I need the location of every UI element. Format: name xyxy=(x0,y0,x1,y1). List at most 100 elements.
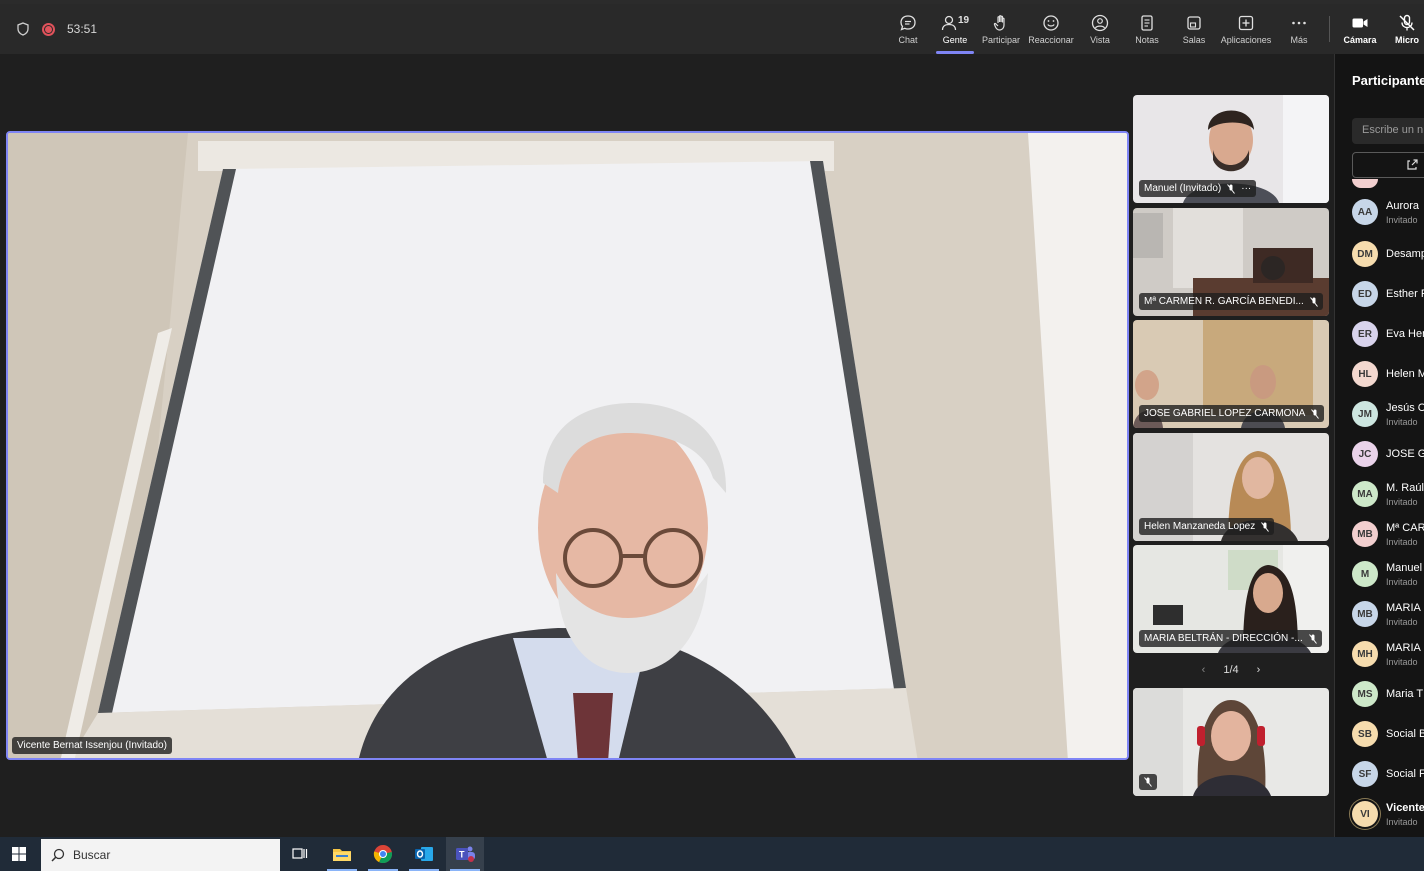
camera-label: Cámara xyxy=(1343,35,1377,45)
avatar: MA xyxy=(1352,481,1378,507)
participant-row[interactable]: M Manuel Invitado xyxy=(1352,560,1424,590)
avatar: ER xyxy=(1352,321,1378,347)
avatar: SF xyxy=(1352,761,1378,787)
participant-row[interactable]: HL Helen M xyxy=(1352,360,1424,390)
tile-name: MARIA BELTRÁN - DIRECCIÓN -... xyxy=(1139,630,1322,647)
participant-row[interactable]: MH MARIA Invitado xyxy=(1352,640,1424,670)
tile-name-label: Manuel (Invitado) xyxy=(1144,183,1222,194)
more-button[interactable]: Más xyxy=(1289,4,1309,54)
participant-row[interactable]: ED Esther F xyxy=(1352,280,1424,310)
chat-label: Chat xyxy=(898,35,918,45)
raise-hand-icon xyxy=(993,15,1005,31)
avatar: MH xyxy=(1352,641,1378,667)
taskbar-search-label: Buscar xyxy=(73,848,111,862)
participant-row[interactable]: MA M. Raúl Invitado xyxy=(1352,480,1424,510)
people-count-badge: 19 xyxy=(958,15,970,26)
participant-role: Invitado xyxy=(1386,617,1418,627)
svg-text:T: T xyxy=(459,850,465,860)
raise-hand-button[interactable]: Participar xyxy=(982,4,1020,54)
video-tile[interactable]: Manuel (Invitado) ··· xyxy=(1133,95,1329,203)
meeting-timer: 53:51 xyxy=(67,22,98,36)
people-button[interactable]: Gente xyxy=(936,4,974,54)
participant-row[interactable]: DM Desamp xyxy=(1352,240,1424,270)
participant-name: JOSE G xyxy=(1386,448,1424,460)
more-icon xyxy=(1292,21,1306,25)
more-label: Más xyxy=(1290,35,1308,45)
video-tile[interactable]: Mª CARMEN R. GARCÍA BENEDI... xyxy=(1133,208,1329,316)
react-icon xyxy=(1043,15,1059,31)
view-button[interactable]: Vista xyxy=(1088,4,1112,54)
participant-role: Invitado xyxy=(1386,417,1418,427)
taskbar-search[interactable]: Buscar xyxy=(41,839,280,871)
participant-name: Desamp xyxy=(1386,248,1424,260)
participant-row[interactable]: MB Mª CAR Invitado xyxy=(1352,520,1424,550)
participant-name: MARIA xyxy=(1386,642,1421,654)
participant-name: Eva Her xyxy=(1386,328,1424,340)
react-button[interactable]: Reaccionar xyxy=(1028,4,1074,54)
participant-name: Manuel xyxy=(1386,562,1423,574)
tile-name: Mª CARMEN R. GARCÍA BENEDI... xyxy=(1139,293,1323,310)
panel-title: Participantes xyxy=(1352,73,1424,88)
share-invite-button[interactable] xyxy=(1352,152,1424,178)
avatar: HL xyxy=(1352,361,1378,387)
participant-row[interactable]: MB MARIA Invitado xyxy=(1352,600,1424,630)
main-video[interactable]: Vicente Bernat Issenjou (Invitado) xyxy=(6,131,1129,760)
tile-more-icon[interactable]: ··· xyxy=(1241,183,1251,194)
tile-name-label: MARIA BELTRÁN - DIRECCIÓN -... xyxy=(1144,633,1303,644)
participants-panel: Participantes Escribe un n AA Aurora Invit… xyxy=(1334,54,1424,837)
rooms-label: Salas xyxy=(1182,35,1206,45)
participant-row[interactable]: ER Eva Her xyxy=(1352,320,1424,350)
file-explorer-button[interactable] xyxy=(323,837,361,871)
participant-row[interactable]: AA Aurora Invitado xyxy=(1352,198,1424,228)
avatar: MB xyxy=(1352,521,1378,547)
video-tile[interactable]: JOSE GABRIEL LOPEZ CARMONA xyxy=(1133,320,1329,428)
participant-row[interactable]: JC JOSE G xyxy=(1352,440,1424,470)
participant-row[interactable]: SB Social B xyxy=(1352,720,1424,750)
rooms-button[interactable]: Salas xyxy=(1182,4,1206,54)
participant-search-input[interactable]: Escribe un n xyxy=(1352,118,1424,144)
notes-button[interactable]: Notas xyxy=(1134,4,1160,54)
participant-role: Invitado xyxy=(1386,215,1418,225)
mic-off-icon xyxy=(1308,633,1317,644)
apps-button[interactable]: Aplicaciones xyxy=(1220,4,1272,54)
mic-off-icon xyxy=(1261,521,1270,532)
self-video-tile[interactable] xyxy=(1133,688,1329,796)
share-icon xyxy=(1407,159,1418,170)
chrome-button[interactable] xyxy=(364,837,402,871)
mic-icon xyxy=(1399,14,1415,31)
tile-name: JOSE GABRIEL LOPEZ CARMONA xyxy=(1139,405,1325,422)
speaker-video-feed xyxy=(8,133,1127,758)
tile-name: Manuel (Invitado) ··· xyxy=(1139,180,1257,197)
participant-row[interactable]: MS Maria T xyxy=(1352,680,1424,710)
people-icon xyxy=(941,15,957,31)
chrome-icon xyxy=(373,845,393,864)
next-page-icon[interactable]: › xyxy=(1257,664,1261,676)
participant-row[interactable]: SF Social F xyxy=(1352,760,1424,790)
video-tile[interactable]: Helen Manzaneda Lopez xyxy=(1133,433,1329,541)
react-label: Reaccionar xyxy=(1028,35,1074,45)
participant-name: Social B xyxy=(1386,728,1424,740)
start-button[interactable] xyxy=(0,837,38,871)
participant-name: Maria T xyxy=(1386,688,1424,700)
task-view-button[interactable] xyxy=(281,837,319,871)
notes-icon xyxy=(1141,15,1153,31)
mic-off-icon xyxy=(1144,777,1152,787)
windows-icon xyxy=(12,847,26,861)
outlook-button[interactable] xyxy=(405,837,443,871)
participant-name: Vicente xyxy=(1386,802,1424,814)
folder-icon xyxy=(333,849,351,861)
avatar: AA xyxy=(1352,199,1378,225)
mic-button[interactable]: Micro xyxy=(1394,4,1420,54)
main-video-name: Vicente Bernat Issenjou (Invitado) xyxy=(12,737,172,754)
windows-taskbar: Buscar T xyxy=(0,837,1424,871)
participant-role: Invitado xyxy=(1386,537,1418,547)
participant-name: Mª CAR xyxy=(1386,522,1424,534)
video-tile[interactable]: MARIA BELTRÁN - DIRECCIÓN -... xyxy=(1133,545,1329,653)
participant-row[interactable]: JM Jesús C Invitado xyxy=(1352,400,1424,430)
chat-button[interactable]: Chat xyxy=(895,4,921,54)
participant-row[interactable]: VI Vicente Invitado xyxy=(1352,800,1424,830)
prev-page-icon[interactable]: ‹ xyxy=(1202,664,1206,676)
camera-button[interactable]: Cámara xyxy=(1343,4,1377,54)
teams-button[interactable]: T xyxy=(446,837,484,871)
teams-icon: T xyxy=(456,846,475,862)
